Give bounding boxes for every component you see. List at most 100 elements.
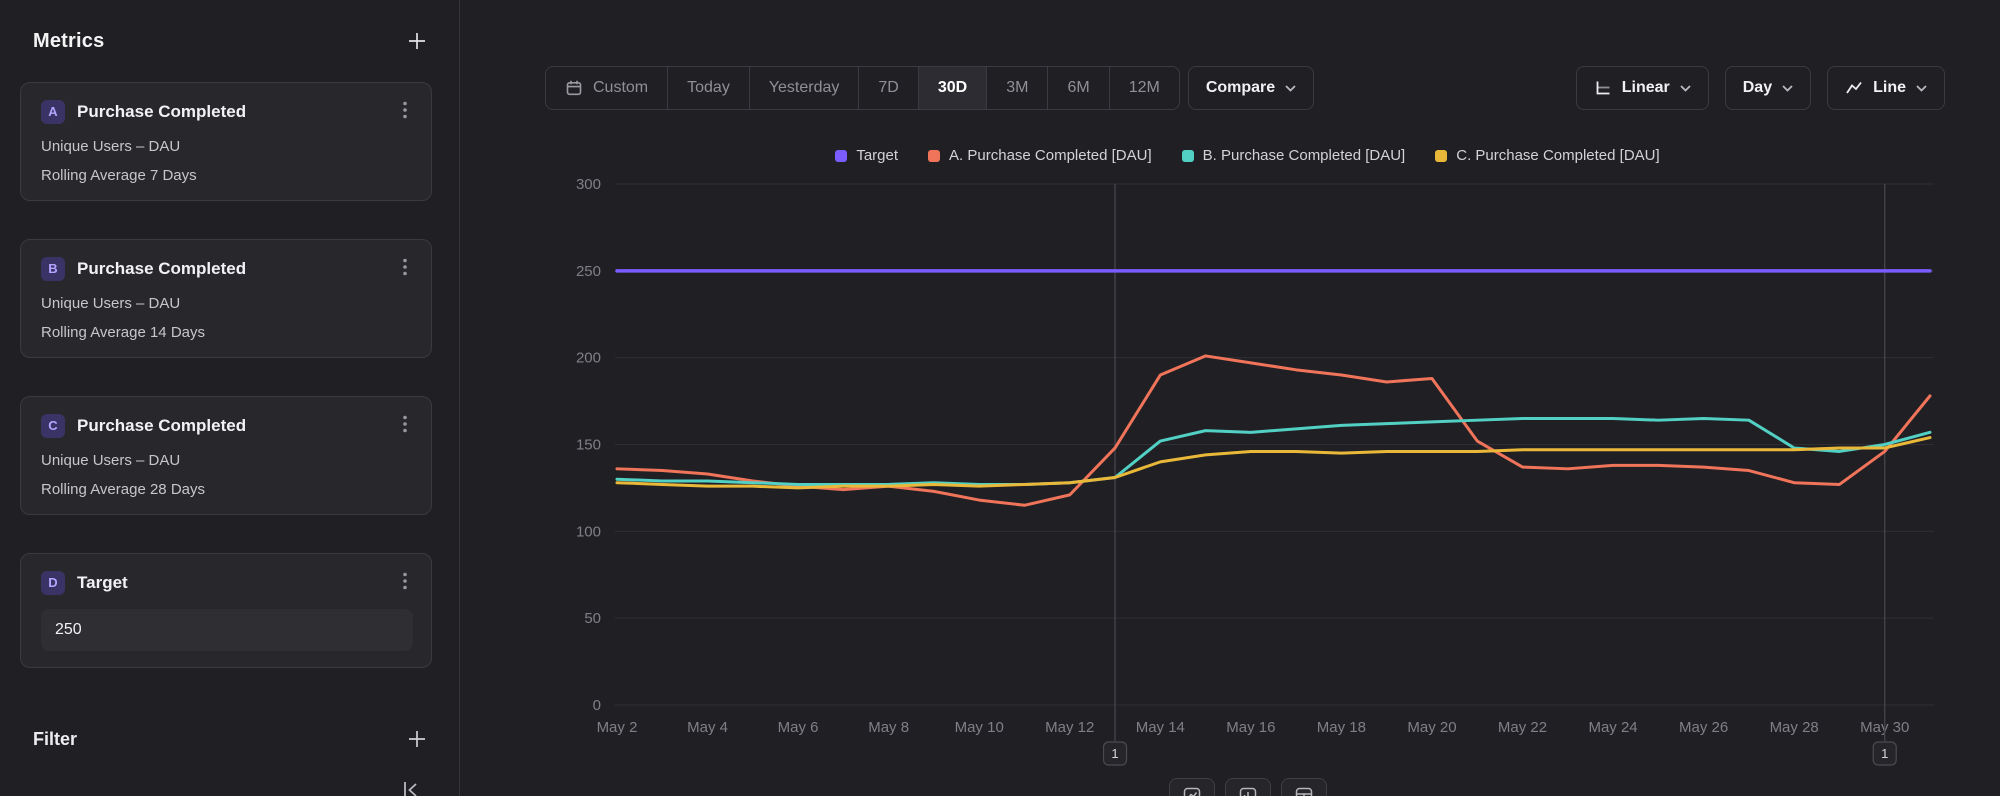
- metrics-section-title: Metrics: [33, 30, 104, 53]
- interval-select-button[interactable]: Day: [1725, 66, 1811, 110]
- series-badge-c: C: [41, 414, 65, 438]
- legend-swatch: [1182, 150, 1194, 162]
- add-metric-button[interactable]: [402, 26, 432, 56]
- svg-text:May 10: May 10: [955, 719, 1004, 736]
- kebab-menu-icon: [403, 415, 407, 433]
- kebab-menu-icon: [403, 572, 407, 590]
- line-chart[interactable]: 050100150200250300May 2May 4May 6May 8Ma…: [545, 175, 1950, 775]
- chart-display-controls: Linear Day Line: [1576, 66, 1945, 110]
- legend-label: C. Purchase Completed [DAU]: [1456, 147, 1659, 164]
- range-7d-button[interactable]: 7D: [859, 67, 918, 109]
- target-card[interactable]: D Target: [20, 553, 432, 668]
- chevron-down-icon: [1916, 85, 1927, 92]
- range-label: Yesterday: [769, 79, 840, 97]
- metric-title: Purchase Completed: [77, 102, 385, 122]
- svg-text:250: 250: [576, 263, 601, 280]
- metric-card-a[interactable]: A Purchase Completed Unique Users – DAU …: [20, 82, 432, 201]
- metric-card-b[interactable]: B Purchase Completed Unique Users – DAU …: [20, 239, 432, 358]
- range-label: 6M: [1067, 79, 1089, 97]
- kebab-menu-icon: [403, 258, 407, 276]
- chart-type-label: Line: [1873, 79, 1906, 97]
- mini-line-chart-icon: [1183, 787, 1201, 796]
- calendar-icon: [565, 79, 583, 97]
- metric-measurement[interactable]: Unique Users – DAU: [41, 295, 413, 312]
- metric-card-header: B Purchase Completed: [41, 256, 413, 281]
- legend-swatch: [928, 150, 940, 162]
- chevron-down-icon: [1680, 85, 1691, 92]
- legend-label: A. Purchase Completed [DAU]: [949, 147, 1152, 164]
- filter-header: Filter: [33, 724, 432, 754]
- legend-item-b[interactable]: B. Purchase Completed [DAU]: [1182, 147, 1406, 164]
- metric-measurement[interactable]: Unique Users – DAU: [41, 138, 413, 155]
- widget-bar-chart-button[interactable]: [1225, 778, 1271, 796]
- legend-item-target[interactable]: Target: [835, 147, 898, 164]
- plus-icon: [406, 728, 428, 750]
- target-value-input[interactable]: [41, 609, 413, 651]
- target-title: Target: [77, 573, 385, 593]
- series-badge-a: A: [41, 100, 65, 124]
- metrics-header: Metrics: [33, 26, 432, 56]
- svg-text:May 20: May 20: [1407, 719, 1456, 736]
- range-30d-button[interactable]: 30D: [919, 67, 987, 109]
- chevron-down-icon: [1782, 85, 1793, 92]
- range-3m-button[interactable]: 3M: [987, 67, 1048, 109]
- legend-item-c[interactable]: C. Purchase Completed [DAU]: [1435, 147, 1659, 164]
- svg-text:1: 1: [1111, 746, 1118, 761]
- bottom-widget-bar: [545, 778, 1950, 796]
- chart-type-select-button[interactable]: Line: [1827, 66, 1945, 110]
- metric-rolling-average[interactable]: Rolling Average 7 Days: [41, 167, 413, 184]
- scale-select-button[interactable]: Linear: [1576, 66, 1709, 110]
- chart-panel: Custom Today Yesterday 7D 30D 3M 6M 12M …: [460, 0, 2000, 796]
- metric-rolling-average[interactable]: Rolling Average 28 Days: [41, 481, 413, 498]
- svg-text:May 16: May 16: [1226, 719, 1275, 736]
- range-today-button[interactable]: Today: [668, 67, 750, 109]
- legend-label: Target: [856, 147, 898, 164]
- range-label: 30D: [938, 79, 967, 97]
- legend-swatch: [835, 150, 847, 162]
- series-badge-b: B: [41, 257, 65, 281]
- range-label: 7D: [878, 79, 898, 97]
- svg-text:0: 0: [593, 697, 601, 714]
- compare-button[interactable]: Compare: [1188, 66, 1314, 110]
- metric-card-c[interactable]: C Purchase Completed Unique Users – DAU …: [20, 396, 432, 515]
- mini-bar-chart-icon: [1239, 787, 1257, 796]
- date-range-segmented: Custom Today Yesterday 7D 30D 3M 6M 12M: [545, 66, 1180, 110]
- svg-text:May 18: May 18: [1317, 719, 1366, 736]
- metric-options-button[interactable]: [397, 413, 413, 438]
- legend-item-a[interactable]: A. Purchase Completed [DAU]: [928, 147, 1152, 164]
- svg-text:May 8: May 8: [868, 719, 909, 736]
- svg-text:May 2: May 2: [597, 719, 638, 736]
- range-yesterday-button[interactable]: Yesterday: [750, 67, 860, 109]
- sidebar: Metrics A Purchase Completed Unique User…: [0, 0, 460, 796]
- target-options-button[interactable]: [397, 570, 413, 595]
- legend-label: B. Purchase Completed [DAU]: [1203, 147, 1406, 164]
- legend-swatch: [1435, 150, 1447, 162]
- svg-text:1: 1: [1881, 746, 1888, 761]
- metric-card-header: A Purchase Completed: [41, 99, 413, 124]
- collapse-sidebar-button[interactable]: [399, 779, 421, 796]
- metric-measurement[interactable]: Unique Users – DAU: [41, 452, 413, 469]
- metric-options-button[interactable]: [397, 99, 413, 124]
- svg-text:May 14: May 14: [1136, 719, 1185, 736]
- range-12m-button[interactable]: 12M: [1110, 67, 1179, 109]
- widget-table-button[interactable]: [1281, 778, 1327, 796]
- metric-rolling-average[interactable]: Rolling Average 14 Days: [41, 324, 413, 341]
- widget-line-chart-button[interactable]: [1169, 778, 1215, 796]
- svg-text:300: 300: [576, 176, 601, 193]
- metric-card-header: C Purchase Completed: [41, 413, 413, 438]
- target-card-header: D Target: [41, 570, 413, 595]
- metric-options-button[interactable]: [397, 256, 413, 281]
- svg-text:May 26: May 26: [1679, 719, 1728, 736]
- svg-text:150: 150: [576, 437, 601, 454]
- svg-text:May 12: May 12: [1045, 719, 1094, 736]
- scale-label: Linear: [1622, 79, 1670, 97]
- svg-text:May 4: May 4: [687, 719, 728, 736]
- range-6m-button[interactable]: 6M: [1048, 67, 1109, 109]
- add-filter-button[interactable]: [402, 724, 432, 754]
- range-label: 12M: [1129, 79, 1160, 97]
- series-badge-d: D: [41, 571, 65, 595]
- collapse-left-icon: [399, 779, 421, 796]
- plus-icon: [406, 30, 428, 52]
- range-custom-button[interactable]: Custom: [546, 67, 668, 109]
- svg-text:May 24: May 24: [1588, 719, 1637, 736]
